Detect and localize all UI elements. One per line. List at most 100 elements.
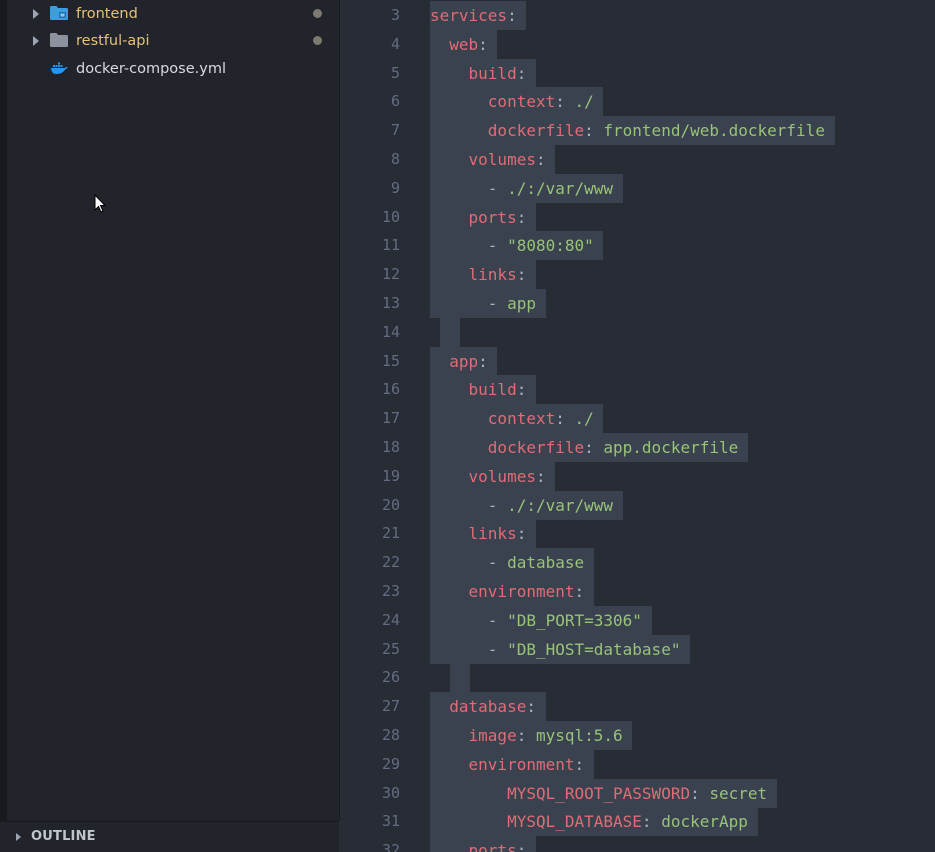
code-line[interactable]: image: mysql:5.6: [430, 721, 633, 750]
selection-highlight: links:: [430, 519, 536, 549]
yaml-colon: :: [516, 63, 527, 83]
code-line[interactable]: database:: [430, 692, 546, 722]
line-number: 16: [381, 380, 400, 399]
selection-highlight: ports:: [430, 836, 536, 852]
selection-highlight: MYSQL_DATABASE: dockerApp: [430, 807, 758, 837]
yaml-colon: :: [555, 92, 575, 112]
yaml-value: ./:/var/www: [507, 178, 614, 198]
code-line[interactable]: - app: [430, 289, 546, 318]
yaml-colon: :: [516, 265, 527, 285]
yaml-colon: :: [555, 409, 575, 429]
yaml-colon: :: [516, 380, 527, 400]
code-line[interactable]: web:: [430, 29, 498, 59]
yaml-colon: :: [478, 34, 488, 54]
selection-highlight: - app: [430, 289, 546, 318]
selection-highlight: database:: [430, 692, 546, 722]
code-line[interactable]: build:: [430, 375, 536, 405]
code-line[interactable]: environment:: [430, 749, 594, 779]
code-line[interactable]: app:: [430, 346, 498, 376]
code-line[interactable]: volumes:: [430, 145, 556, 174]
modified-indicator: [313, 9, 322, 18]
line-number: 10: [381, 207, 400, 226]
line-number: 7: [390, 121, 400, 140]
code-line[interactable]: - ./:/var/www: [430, 173, 623, 203]
line-number: 14: [381, 322, 400, 341]
yaml-colon: :: [574, 582, 585, 601]
line-number: 11: [381, 236, 400, 255]
yaml-key: database: [449, 697, 527, 717]
yaml-dash: -: [487, 495, 508, 515]
yaml-dash: -: [487, 610, 508, 630]
line-number: 30: [381, 783, 400, 802]
yaml-value: app: [507, 294, 536, 313]
code-line[interactable]: links:: [430, 260, 536, 290]
line-number: 29: [381, 754, 400, 773]
code-line[interactable]: MYSQL_DATABASE: dockerApp: [430, 807, 758, 837]
tree-item-docker-compose[interactable]: docker-compose.yml: [0, 55, 339, 82]
yaml-dash: -: [487, 553, 508, 573]
selection-highlight: volumes:: [430, 145, 556, 174]
line-number: 18: [381, 438, 400, 456]
tree-item-label: docker-compose.yml: [76, 60, 226, 77]
code-editor[interactable]: 3 4 5 6 7 8 9 10 11 12 13 14 15 16 17 18 19 20 21 22 23 24 25 2…: [340, 0, 935, 852]
line-number: 27: [381, 697, 400, 716]
yaml-value: dockerApp: [661, 812, 748, 832]
yaml-colon: :: [690, 783, 710, 803]
line-number: 20: [381, 495, 400, 514]
yaml-colon: :: [516, 726, 536, 745]
code-line[interactable]: environment:: [430, 577, 594, 606]
code-line[interactable]: - "8080:80": [430, 231, 604, 261]
chevron-right-icon[interactable]: [33, 8, 39, 19]
tree-item-label: restful-api: [76, 32, 150, 49]
yaml-key: dockerfile: [487, 121, 585, 141]
code-line[interactable]: - ./:/var/www: [430, 490, 623, 520]
selection-highlight: links:: [430, 260, 536, 290]
yaml-key: services: [430, 6, 508, 25]
code-line[interactable]: ports:: [430, 202, 536, 232]
mouse-cursor-icon: [94, 194, 107, 213]
code-line[interactable]: MYSQL_ROOT_PASSWORD: secret: [430, 778, 777, 808]
code-line[interactable]: volumes:: [430, 461, 556, 491]
line-number: 25: [381, 639, 400, 658]
yaml-key: volumes: [468, 466, 536, 486]
selection-highlight: app:: [430, 346, 498, 376]
code-line[interactable]: [430, 663, 470, 693]
yaml-value: ./: [574, 92, 594, 112]
yaml-colon: :: [516, 524, 527, 544]
code-line[interactable]: context: ./: [430, 87, 604, 117]
code-line[interactable]: ports:: [430, 836, 536, 852]
code-line[interactable]: dockerfile: frontend/web.dockerfile: [430, 116, 835, 146]
code-line[interactable]: - "DB_HOST=database": [430, 634, 691, 664]
yaml-key: context: [487, 92, 556, 112]
tree-item-frontend[interactable]: frontend: [0, 0, 339, 27]
yaml-key: links: [468, 524, 517, 544]
code-line[interactable]: - database: [430, 548, 594, 578]
selection-highlight: - database: [430, 548, 594, 578]
line-number: 19: [381, 466, 400, 485]
code-line[interactable]: links:: [430, 519, 536, 549]
yaml-colon: :: [584, 438, 604, 457]
folder-icon: [50, 33, 68, 47]
code-line[interactable]: dockerfile: app.dockerfile: [430, 433, 748, 462]
yaml-dash: -: [487, 639, 508, 659]
yaml-value: "8080:80": [507, 236, 594, 256]
line-number: 5: [390, 63, 400, 82]
selection-highlight: dockerfile: app.dockerfile: [430, 433, 748, 462]
selection-highlight: [440, 317, 460, 347]
code-line[interactable]: services:: [430, 1, 527, 30]
yaml-value: ./: [574, 409, 594, 429]
outline-panel-header[interactable]: OUTLINE: [0, 821, 339, 852]
chevron-right-icon[interactable]: [33, 35, 39, 46]
code-line[interactable]: build:: [430, 58, 536, 88]
yaml-key: ports: [468, 207, 517, 227]
chevron-right-icon[interactable]: [16, 833, 21, 841]
tree-item-restful-api[interactable]: restful-api: [0, 27, 339, 54]
yaml-key: web: [449, 34, 479, 54]
code-line[interactable]: - "DB_PORT=3306": [430, 605, 652, 635]
yaml-key: MYSQL_ROOT_PASSWORD: [507, 783, 691, 803]
code-line[interactable]: [430, 317, 460, 347]
selection-highlight: services:: [430, 1, 527, 30]
yaml-colon: :: [526, 697, 536, 717]
line-number: 22: [381, 553, 400, 572]
code-line[interactable]: context: ./: [430, 404, 604, 434]
